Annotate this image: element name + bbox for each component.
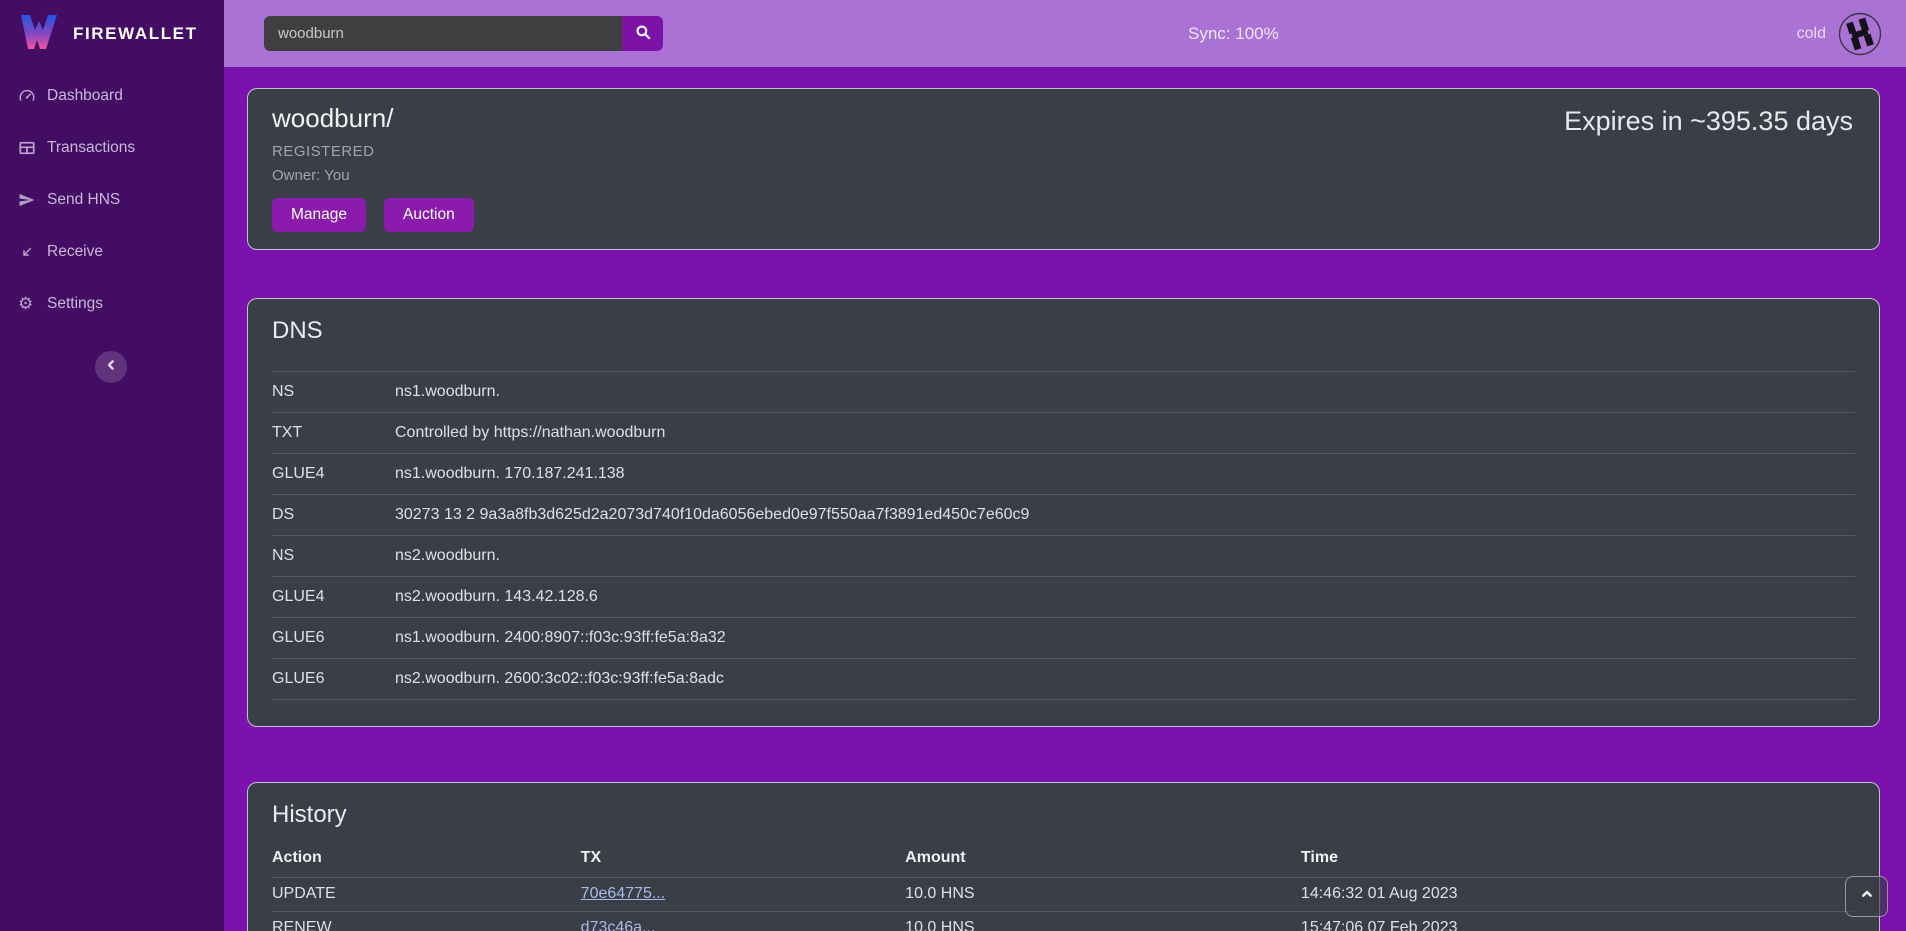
domain-card: woodburn/ REGISTERED Owner: You Manage A… xyxy=(247,88,1880,250)
dns-record-row: NS ns2.woodburn. xyxy=(272,536,1855,577)
send-paper-plane-icon xyxy=(18,191,36,209)
dns-record-value: ns1.woodburn. 170.187.241.138 xyxy=(395,454,1855,495)
auction-button[interactable]: Auction xyxy=(384,198,474,232)
scroll-to-top-button[interactable] xyxy=(1845,876,1888,917)
history-amount: 10.0 HNS xyxy=(905,877,1301,911)
sidebar-item-transactions[interactable]: Transactions xyxy=(0,122,224,174)
sync-status: Sync: 100% xyxy=(1188,0,1279,67)
dns-record-row: TXT Controlled by https://nathan.woodbur… xyxy=(272,413,1855,454)
history-header-row: Action TX Amount Time xyxy=(272,839,1855,877)
history-row: UPDATE 70e64775... 10.0 HNS 14:46:32 01 … xyxy=(272,877,1855,911)
dns-record-row: GLUE4 ns2.woodburn. 143.42.128.6 xyxy=(272,577,1855,618)
brand-name: FIREWALLET xyxy=(73,24,198,44)
dns-table: NS ns1.woodburn. TXT Controlled by https… xyxy=(272,371,1855,700)
search-input[interactable] xyxy=(264,16,622,51)
sidebar-item-settings[interactable]: ⚙ Settings xyxy=(0,278,224,330)
dns-record-value: ns2.woodburn. 2600:3c02::f03c:93ff:fe5a:… xyxy=(395,659,1855,700)
history-col-tx: TX xyxy=(581,839,906,877)
history-col-amount: Amount xyxy=(905,839,1301,877)
dns-record-type: GLUE6 xyxy=(272,659,395,700)
dns-record-type: GLUE4 xyxy=(272,577,395,618)
manage-button[interactable]: Manage xyxy=(272,198,366,232)
wallet-area[interactable]: cold xyxy=(1797,0,1882,67)
sidebar-item-label: Dashboard xyxy=(47,87,123,105)
dns-record-type: GLUE4 xyxy=(272,454,395,495)
history-table: Action TX Amount Time UPDATE 70e64775...… xyxy=(272,839,1855,931)
history-title: History xyxy=(272,801,1855,829)
sidebar-item-label: Send HNS xyxy=(47,191,120,209)
receive-arrow-icon xyxy=(18,243,36,261)
history-col-time: Time xyxy=(1301,839,1855,877)
dns-record-row: GLUE6 ns1.woodburn. 2400:8907::f03c:93ff… xyxy=(272,618,1855,659)
domain-actions: Manage Auction xyxy=(272,198,1855,232)
dns-card: DNS NS ns1.woodburn. TXT Controlled by h… xyxy=(247,298,1880,727)
sidebar-item-dashboard[interactable]: Dashboard xyxy=(0,70,224,122)
dns-record-value: ns1.woodburn. 2400:8907::f03c:93ff:fe5a:… xyxy=(395,618,1855,659)
dashboard-gauge-icon xyxy=(18,87,36,105)
tx-link[interactable]: 70e64775... xyxy=(581,885,666,902)
history-action: UPDATE xyxy=(272,877,581,911)
sidebar-collapse-button[interactable] xyxy=(95,351,127,383)
sidebar-nav: Dashboard Transactions Send HNS xyxy=(0,70,224,330)
dns-record-value: ns2.woodburn. 143.42.128.6 xyxy=(395,577,1855,618)
dns-record-row: GLUE4 ns1.woodburn. 170.187.241.138 xyxy=(272,454,1855,495)
history-card: History Action TX Amount Time UPDATE 70e… xyxy=(247,782,1880,931)
sidebar-item-send-hns[interactable]: Send HNS xyxy=(0,174,224,226)
dns-record-type: NS xyxy=(272,536,395,577)
dns-record-value: ns2.woodburn. xyxy=(395,536,1855,577)
firewallet-w-logo-icon xyxy=(16,12,60,57)
transactions-table-icon xyxy=(18,139,36,157)
tx-link[interactable]: d73c46a... xyxy=(581,919,656,931)
dns-record-type: TXT xyxy=(272,413,395,454)
dns-record-value: Controlled by https://nathan.woodburn xyxy=(395,413,1855,454)
dns-record-type: NS xyxy=(272,372,395,413)
chevron-up-icon xyxy=(1859,886,1875,907)
history-row: RENEW d73c46a... 10.0 HNS 15:47:06 07 Fe… xyxy=(272,911,1855,931)
history-col-action: Action xyxy=(272,839,581,877)
sidebar-item-receive[interactable]: Receive xyxy=(0,226,224,278)
search-group xyxy=(264,16,663,51)
main-content: woodburn/ REGISTERED Owner: You Manage A… xyxy=(224,67,1906,931)
domain-owner: Owner: You xyxy=(272,167,1855,184)
dns-record-row: GLUE6 ns2.woodburn. 2600:3c02::f03c:93ff… xyxy=(272,659,1855,700)
topbar: Sync: 100% cold xyxy=(224,0,1906,67)
history-amount: 10.0 HNS xyxy=(905,911,1301,931)
chevron-left-icon xyxy=(103,357,119,378)
sidebar-item-label: Settings xyxy=(47,295,103,313)
expires-label: Expires in ~395.35 days xyxy=(1564,106,1853,137)
search-button[interactable] xyxy=(622,16,663,51)
wallet-name: cold xyxy=(1797,25,1826,43)
sidebar: FIREWALLET Dashboard Transactions xyxy=(0,0,224,931)
dns-title: DNS xyxy=(272,317,1855,345)
dns-record-type: DS xyxy=(272,495,395,536)
handshake-logo-icon xyxy=(1838,12,1882,56)
dns-record-type: GLUE6 xyxy=(272,618,395,659)
brand-header: FIREWALLET xyxy=(0,0,224,56)
sidebar-item-label: Transactions xyxy=(47,139,135,157)
history-time: 14:46:32 01 Aug 2023 xyxy=(1301,877,1855,911)
domain-status: REGISTERED xyxy=(272,143,1855,160)
dns-record-value: 30273 13 2 9a3a8fb3d625d2a2073d740f10da6… xyxy=(395,495,1855,536)
history-time: 15:47:06 07 Feb 2023 xyxy=(1301,911,1855,931)
settings-gear-icon: ⚙ xyxy=(18,295,36,313)
dns-record-row: NS ns1.woodburn. xyxy=(272,372,1855,413)
history-action: RENEW xyxy=(272,911,581,931)
search-icon xyxy=(634,23,652,44)
dns-record-value: ns1.woodburn. xyxy=(395,372,1855,413)
dns-record-row: DS 30273 13 2 9a3a8fb3d625d2a2073d740f10… xyxy=(272,495,1855,536)
sidebar-item-label: Receive xyxy=(47,243,103,261)
